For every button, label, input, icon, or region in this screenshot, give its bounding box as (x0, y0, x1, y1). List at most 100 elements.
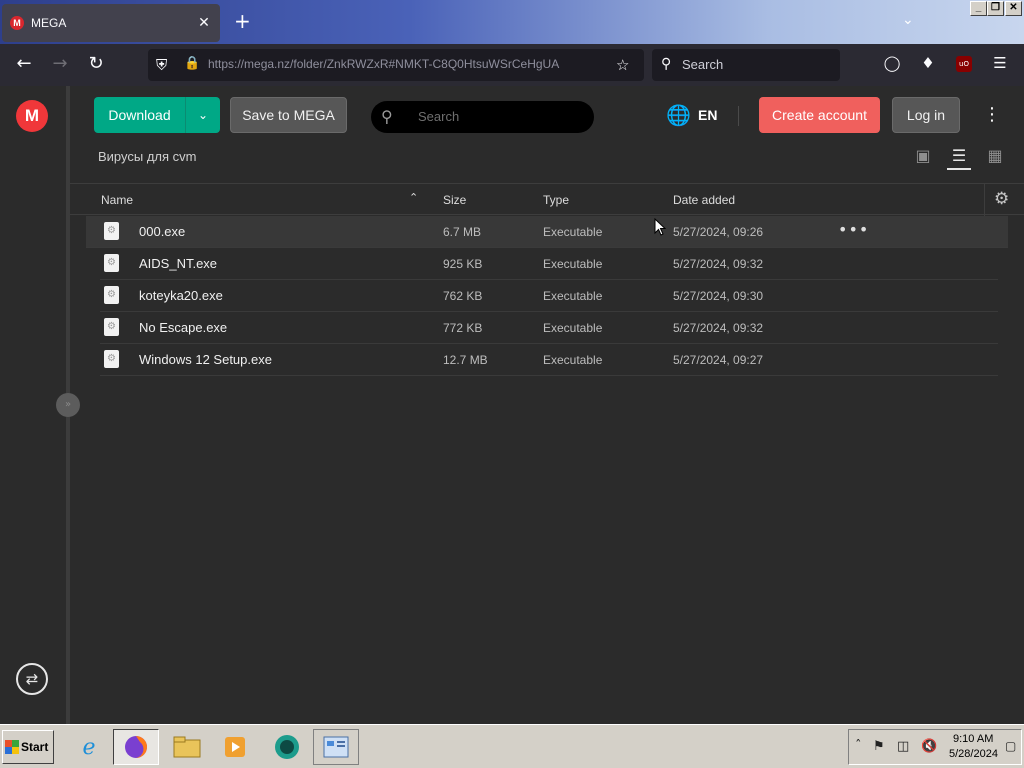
pocket-icon[interactable]: ◯ (882, 54, 902, 72)
mega-logo[interactable]: M (16, 100, 48, 132)
table-row[interactable]: ⚙ AIDS_NT.exe 925 KB Executable 5/27/202… (100, 248, 998, 280)
mega-page: M ⇄ » Download ⌄ Save to MEGA ⚲ Search 🌐… (0, 86, 1024, 724)
column-header-type[interactable]: Type (543, 193, 569, 207)
hamburger-menu-icon[interactable]: ☰ (990, 54, 1010, 72)
address-bar[interactable]: ⛨ 🔒 https://mega.nz/folder/ZnkRWZxR#NMKT… (148, 49, 644, 81)
start-button[interactable]: Start (2, 730, 54, 764)
url-text[interactable]: https://mega.nz/folder/ZnkRWZxR#NMKT-C8Q… (208, 57, 578, 71)
folder-breadcrumb: Вирусы для cvm (98, 149, 197, 164)
globe-icon[interactable]: 🌐 (666, 104, 691, 126)
browser-titlebar: M MEGA ✕ + ⌄ _ ❐ ✕ (0, 0, 1024, 44)
reload-icon[interactable]: ↻ (85, 54, 107, 74)
download-options-chevron-icon[interactable]: ⌄ (186, 108, 220, 122)
file-type: Executable (543, 257, 603, 271)
grid-view-icon[interactable]: ▦ (984, 146, 1006, 165)
control-panel-icon[interactable] (313, 729, 359, 765)
file-size: 772 KB (443, 321, 483, 335)
windows-taskbar: Start ℯ ˆ ⚑ ◫ 🔇 9:10 AM 5/28/2024 ▢ (0, 724, 1024, 768)
file-size: 762 KB (443, 289, 483, 303)
executable-file-icon: ⚙ (104, 222, 119, 240)
extensions-puzzle-icon[interactable]: ♦ (918, 54, 938, 72)
column-header-name[interactable]: Name (101, 193, 133, 207)
file-explorer-icon[interactable] (164, 729, 210, 765)
browser-globe-icon[interactable] (264, 729, 310, 765)
windows-logo-icon (5, 740, 19, 754)
table-row[interactable]: ⚙ Windows 12 Setup.exe 12.7 MB Executabl… (100, 344, 998, 376)
shield-icon[interactable]: ⛨ (156, 56, 167, 74)
mega-search-input[interactable]: Search (418, 109, 459, 124)
show-hidden-icons-chevron-icon[interactable]: ˆ (855, 739, 862, 754)
volume-muted-icon[interactable]: 🔇 (921, 739, 937, 754)
lock-icon[interactable]: 🔒 (184, 56, 200, 71)
mega-search-field[interactable]: ⚲ Search (371, 101, 594, 133)
file-table-header: Name ⌃ Size Type Date added ⚙ (70, 183, 1024, 216)
file-size: 925 KB (443, 257, 483, 271)
file-size: 12.7 MB (443, 353, 488, 367)
browser-search-bar[interactable]: ⚲ Search (652, 49, 840, 81)
file-name[interactable]: 000.exe (139, 224, 185, 239)
column-settings-gear-icon[interactable]: ⚙ (994, 189, 1009, 209)
new-tab-button[interactable]: + (234, 10, 251, 32)
executable-file-icon: ⚙ (104, 350, 119, 368)
network-icon[interactable]: ◫ (897, 739, 909, 754)
show-desktop-icon[interactable]: ▢ (1005, 739, 1016, 753)
executable-file-icon: ⚙ (104, 318, 119, 336)
start-label[interactable]: Start (21, 740, 48, 754)
table-row[interactable]: ⚙ 000.exe 6.7 MB Executable 5/27/2024, 0… (86, 216, 1008, 248)
browser-search-input[interactable]: Search (682, 57, 723, 72)
back-arrow-icon[interactable]: ← (13, 54, 35, 74)
column-header-size[interactable]: Size (443, 193, 466, 207)
column-header-date[interactable]: Date added (673, 193, 735, 207)
mouse-cursor-icon (654, 218, 666, 236)
file-date: 5/27/2024, 09:27 (673, 353, 764, 367)
file-name[interactable]: Windows 12 Setup.exe (139, 352, 272, 367)
file-date: 5/27/2024, 09:30 (673, 289, 764, 303)
sort-ascending-icon[interactable]: ⌃ (409, 191, 418, 204)
create-account-button[interactable]: Create account (759, 97, 880, 133)
file-type: Executable (543, 353, 603, 367)
row-more-actions-icon[interactable]: ••• (838, 220, 869, 239)
browser-tab-mega[interactable]: M MEGA ✕ (2, 4, 220, 42)
thumbnail-view-icon[interactable]: ▣ (912, 146, 934, 165)
system-tray: ˆ ⚑ ◫ 🔇 9:10 AM 5/28/2024 ▢ (848, 729, 1022, 765)
file-name[interactable]: No Escape.exe (139, 320, 227, 335)
header-divider (984, 184, 985, 216)
media-player-icon[interactable] (212, 729, 258, 765)
search-icon: ⚲ (381, 107, 393, 126)
minimize-button[interactable]: _ (970, 1, 987, 16)
transfers-sync-icon[interactable]: ⇄ (16, 663, 48, 695)
bookmark-star-icon[interactable]: ☆ (616, 56, 629, 74)
more-options-icon[interactable]: ⋮ (982, 104, 1002, 126)
restore-button[interactable]: ❐ (987, 1, 1004, 16)
tab-close-icon[interactable]: ✕ (196, 15, 212, 31)
file-name[interactable]: koteyka20.exe (139, 288, 223, 303)
clock-time[interactable]: 9:10 AM (953, 733, 993, 745)
executable-file-icon: ⚙ (104, 254, 119, 272)
close-window-button[interactable]: ✕ (1005, 1, 1022, 16)
file-name[interactable]: AIDS_NT.exe (139, 256, 217, 271)
ublock-origin-icon[interactable]: uO (956, 56, 972, 72)
sidebar-collapse-handle[interactable]: » (56, 393, 80, 417)
file-type: Executable (543, 321, 603, 335)
internet-explorer-icon[interactable]: ℯ (66, 729, 112, 765)
tab-title: MEGA (31, 16, 67, 30)
forward-arrow-icon[interactable]: → (49, 54, 71, 74)
save-to-mega-button[interactable]: Save to MEGA (230, 97, 347, 133)
file-date: 5/27/2024, 09:32 (673, 321, 764, 335)
language-selector[interactable]: EN (698, 107, 717, 123)
table-row[interactable]: ⚙ No Escape.exe 772 KB Executable 5/27/2… (100, 312, 998, 344)
table-row[interactable]: ⚙ koteyka20.exe 762 KB Executable 5/27/2… (100, 280, 998, 312)
executable-file-icon: ⚙ (104, 286, 119, 304)
login-button[interactable]: Log in (892, 97, 960, 133)
header-divider (738, 106, 739, 126)
download-button-label[interactable]: Download (94, 107, 185, 123)
file-date: 5/27/2024, 09:32 (673, 257, 764, 271)
firefox-icon[interactable] (113, 729, 159, 765)
download-button[interactable]: Download ⌄ (94, 97, 220, 133)
list-view-icon[interactable]: ☰ (948, 146, 970, 165)
clock-date[interactable]: 5/28/2024 (949, 748, 998, 760)
list-all-tabs-chevron-icon[interactable]: ⌄ (902, 12, 914, 28)
mega-favicon-icon: M (10, 16, 24, 30)
action-center-flag-icon[interactable]: ⚑ (873, 739, 885, 754)
file-size: 6.7 MB (443, 225, 482, 239)
